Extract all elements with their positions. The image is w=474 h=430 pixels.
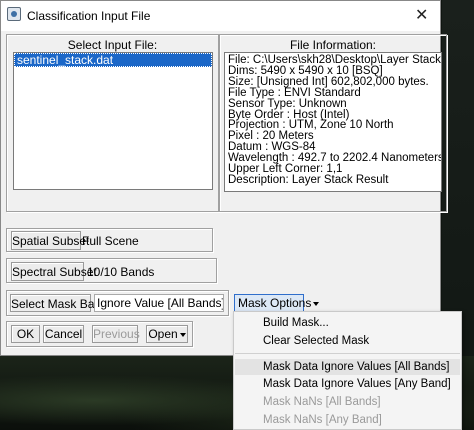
open-label: Open: [148, 327, 178, 341]
chevron-down-icon: [313, 301, 320, 306]
file-info-text: File: C:\Users\skh28\Desktop\Layer Stack…: [224, 52, 442, 192]
info-line: Description: Layer Stack Result: [228, 173, 389, 186]
select-input-panel: Select Input File: sentinel_stack.dat: [6, 34, 219, 212]
window-title: Classification Input File: [27, 9, 151, 23]
ok-button[interactable]: OK: [11, 325, 40, 343]
input-file-list[interactable]: sentinel_stack.dat: [13, 52, 213, 190]
spatial-subset-row: Spatial Subset Full Scene: [6, 228, 213, 252]
menu-item-build-mask[interactable]: Build Mask...: [263, 315, 329, 331]
info-line: File Type : ENVI Standard: [228, 86, 361, 99]
app-icon: [7, 7, 21, 21]
menu-item-clear-selected-mask[interactable]: Clear Selected Mask: [263, 333, 369, 349]
previous-button[interactable]: Previous: [92, 325, 140, 343]
list-item[interactable]: sentinel_stack.dat: [14, 53, 212, 67]
mask-options-menu: Build Mask... Clear Selected Mask Mask D…: [233, 311, 462, 430]
spatial-subset-button[interactable]: Spatial Subset: [11, 231, 89, 250]
classification-input-dialog: Classification Input File ✕ Select Input…: [0, 0, 447, 356]
chevron-down-icon: [179, 332, 186, 337]
select-input-label: Select Input File:: [67, 38, 158, 52]
title-bar[interactable]: Classification Input File ✕: [1, 1, 440, 31]
spectral-subset-button[interactable]: Spectral Subset: [11, 262, 97, 281]
mask-value-field[interactable]: Ignore Value [All Bands]:sentinel_: [94, 294, 224, 312]
cancel-button[interactable]: Cancel: [43, 325, 84, 343]
spatial-subset-value: Full Scene: [82, 234, 139, 248]
select-mask-band-button[interactable]: Select Mask Band: [10, 294, 108, 312]
info-line: Sensor Type: Unknown: [228, 97, 347, 110]
menu-item-mask-ignore-all-bands[interactable]: Mask Data Ignore Values [All Bands]: [263, 359, 449, 375]
open-button[interactable]: Open: [146, 325, 188, 343]
menu-separator: [235, 353, 460, 354]
spectral-subset-row: Spectral Subset 10/10 Bands: [6, 258, 217, 283]
menu-item-mask-nans-any-band: Mask NaNs [Any Band]: [263, 414, 382, 426]
file-info-panel: File Information: File: C:\Users\skh28\D…: [219, 34, 447, 212]
mask-options-label: Mask Options: [238, 296, 312, 310]
menu-item-mask-ignore-any-band[interactable]: Mask Data Ignore Values [Any Band]: [263, 376, 451, 392]
close-icon[interactable]: ✕: [415, 5, 428, 25]
spectral-subset-value: 10/10 Bands: [87, 265, 155, 279]
mask-options-button[interactable]: Mask Options: [234, 294, 320, 312]
menu-item-mask-nans-all-bands: Mask NaNs [All Bands]: [263, 396, 381, 408]
file-info-label: File Information:: [289, 38, 377, 52]
